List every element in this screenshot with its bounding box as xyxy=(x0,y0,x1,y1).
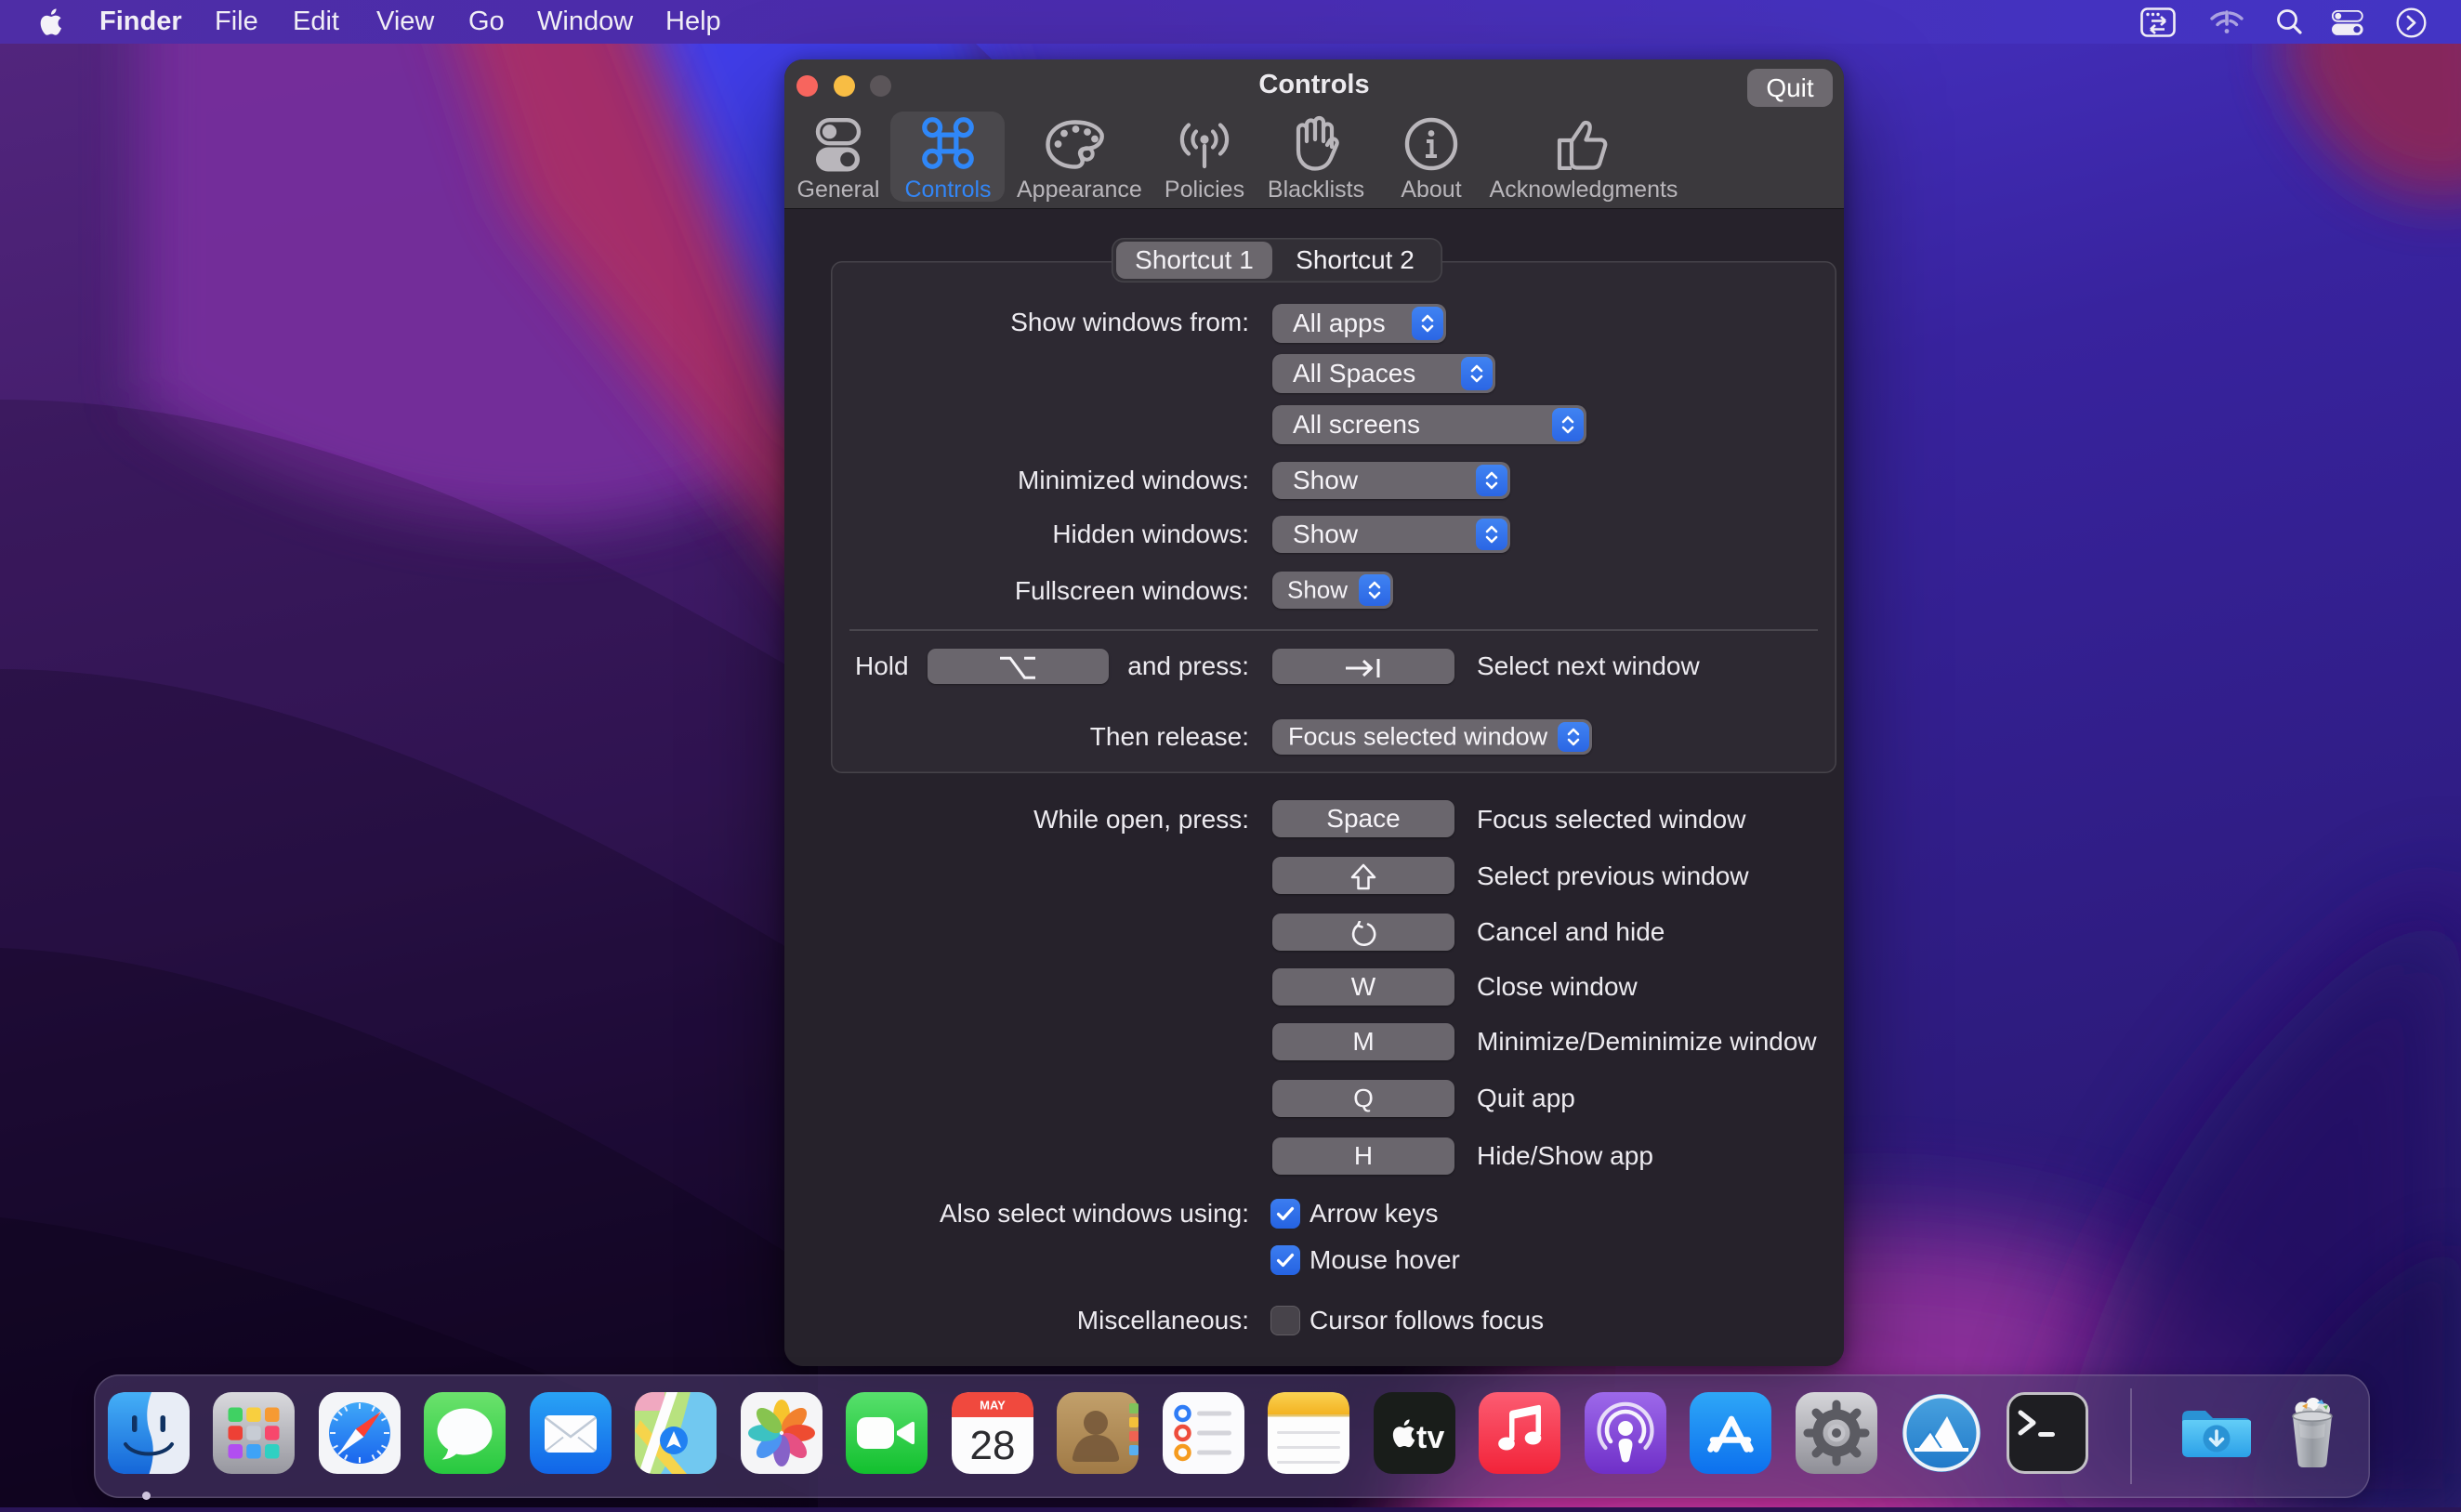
svg-text:tv: tv xyxy=(1416,1420,1444,1455)
svg-text:28: 28 xyxy=(970,1423,1016,1468)
svg-text:MAY: MAY xyxy=(980,1399,1006,1413)
